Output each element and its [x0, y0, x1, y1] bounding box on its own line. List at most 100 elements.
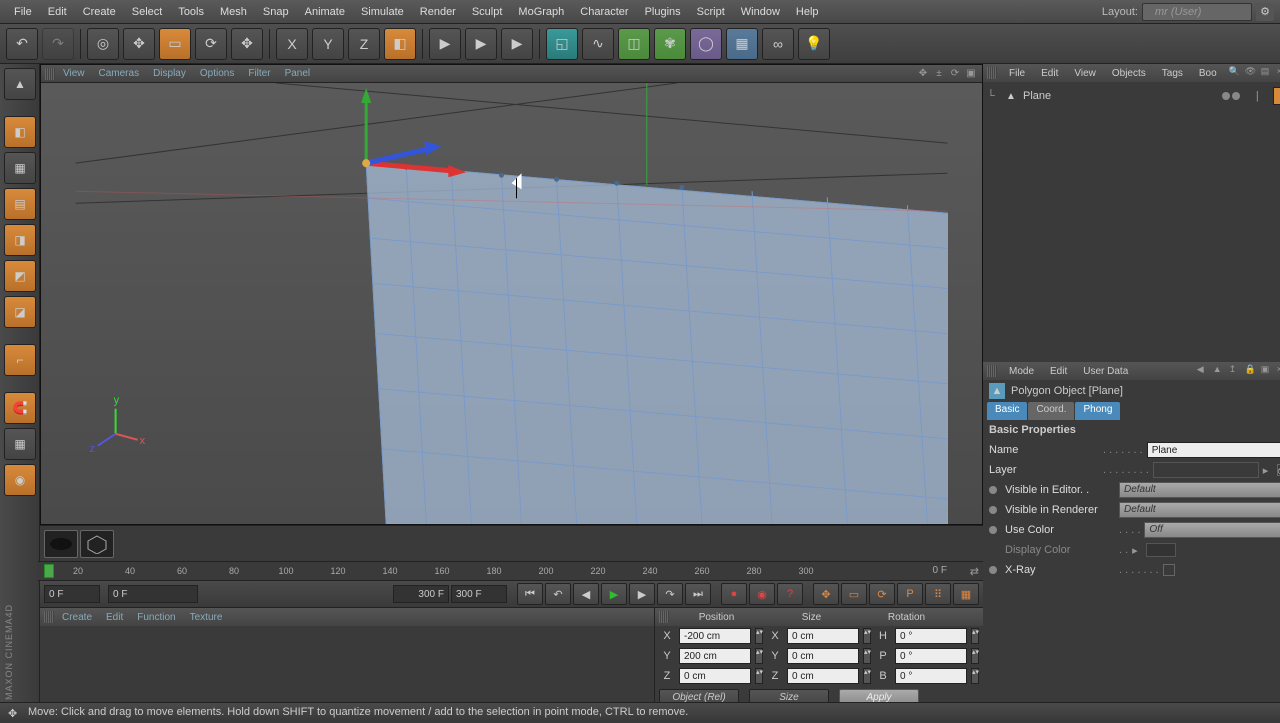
locked-button[interactable]: ◉ — [4, 464, 36, 496]
om-menu-file[interactable]: File — [1005, 68, 1029, 79]
display-color-swatch[interactable] — [1146, 543, 1176, 557]
menu-create[interactable]: Create — [75, 2, 124, 22]
y-axis-lock[interactable]: Y — [312, 28, 344, 60]
materials-grip-icon[interactable] — [44, 611, 54, 623]
keyable-marker-icon[interactable] — [989, 506, 997, 514]
last-tool[interactable]: ✥ — [231, 28, 263, 60]
spline-button[interactable]: ∿ — [582, 28, 614, 60]
rot-b-input[interactable] — [895, 668, 967, 684]
menu-window[interactable]: Window — [733, 2, 788, 22]
autokey-button[interactable]: ◉ — [749, 583, 775, 605]
workplane-button[interactable]: ▤ — [4, 188, 36, 220]
rot-key-button[interactable]: ⟳ — [869, 583, 895, 605]
pos-y-input[interactable] — [679, 648, 751, 664]
render-view-button[interactable]: ▶ — [429, 28, 461, 60]
menu-script[interactable]: Script — [689, 2, 733, 22]
render-pv-button[interactable]: ▶ — [465, 28, 497, 60]
layout-selector[interactable]: mr (User) — [1142, 3, 1252, 21]
menu-snap[interactable]: Snap — [255, 2, 297, 22]
record-button[interactable]: ● — [721, 583, 747, 605]
scale-key-button[interactable]: ▭ — [841, 583, 867, 605]
viewport-pan-icon[interactable]: ✥ — [916, 67, 930, 81]
menu-sculpt[interactable]: Sculpt — [464, 2, 511, 22]
pos-x-input[interactable] — [679, 628, 751, 644]
om-filter-icon[interactable]: ▤ — [1261, 66, 1275, 80]
attr-menu-mode[interactable]: Mode — [1005, 366, 1038, 377]
attr-grip-icon[interactable] — [987, 365, 997, 377]
attr-tab-coord[interactable]: Coord. — [1028, 402, 1074, 420]
menu-render[interactable]: Render — [412, 2, 464, 22]
om-menu-edit[interactable]: Edit — [1037, 68, 1062, 79]
pla-key-button[interactable]: ⠿ — [925, 583, 951, 605]
pos-key-button[interactable]: ✥ — [813, 583, 839, 605]
camera-button[interactable]: ▦ — [726, 28, 758, 60]
materials-menu-texture[interactable]: Texture — [184, 610, 229, 625]
viewport[interactable]: View Cameras Display Options Filter Pane… — [40, 64, 983, 525]
om-menu-objects[interactable]: Objects — [1108, 68, 1150, 79]
vis-render-dropdown[interactable]: Default — [1119, 502, 1280, 518]
play-button[interactable]: ▶ — [601, 583, 627, 605]
display-color-arrow-icon[interactable]: ▸ — [1132, 544, 1142, 557]
attr-layer-arrow-icon[interactable]: ▸ — [1263, 464, 1273, 477]
viewport-menu-cameras[interactable]: Cameras — [93, 66, 146, 81]
materials-menu-function[interactable]: Function — [131, 610, 181, 625]
menu-simulate[interactable]: Simulate — [353, 2, 412, 22]
vis-editor-dropdown[interactable]: Default — [1119, 482, 1280, 498]
om-grip-icon[interactable] — [987, 67, 997, 79]
move-tool[interactable]: ✥ — [123, 28, 155, 60]
viewport-canvas[interactable]: y x z — [41, 83, 982, 524]
cube-primitive-button[interactable]: ◱ — [546, 28, 578, 60]
time-current-field[interactable] — [108, 585, 198, 603]
menu-animate[interactable]: Animate — [297, 2, 353, 22]
workplane-grid-button[interactable]: ▦ — [4, 428, 36, 460]
attr-fwd-icon[interactable]: ▲ — [1213, 364, 1227, 378]
next-key-button[interactable]: ↷ — [657, 583, 683, 605]
deformer-button[interactable]: ✾ — [654, 28, 686, 60]
time-end-a-field[interactable] — [393, 585, 449, 603]
viewport-rotate-icon[interactable]: ⟳ — [948, 67, 962, 81]
materials-menu-edit[interactable]: Edit — [100, 610, 129, 625]
coord-system-button[interactable]: ◧ — [384, 28, 416, 60]
viewport-zoom-icon[interactable]: ± — [932, 67, 946, 81]
material-thumb-2[interactable] — [80, 530, 114, 558]
options-key-button[interactable]: ▦ — [953, 583, 979, 605]
viewport-menu-view[interactable]: View — [57, 66, 91, 81]
redo-button[interactable]: ↷ — [42, 28, 74, 60]
size-y-input[interactable] — [787, 648, 859, 664]
xray-checkbox[interactable] — [1163, 564, 1175, 576]
undo-button[interactable]: ↶ — [6, 28, 38, 60]
size-x-input[interactable] — [787, 628, 859, 644]
coord-grip-icon[interactable] — [659, 611, 669, 623]
keyable-marker-icon[interactable] — [989, 526, 997, 534]
pos-z-input[interactable] — [679, 668, 751, 684]
point-mode-button[interactable]: ◩ — [4, 260, 36, 292]
menu-mograph[interactable]: MoGraph — [510, 2, 572, 22]
goto-start-button[interactable]: ⏮ — [517, 583, 543, 605]
rot-h-input[interactable] — [895, 628, 967, 644]
attr-layer-field[interactable] — [1153, 462, 1259, 478]
prev-key-button[interactable]: ↶ — [545, 583, 571, 605]
make-editable-button[interactable]: ▲ — [4, 68, 36, 100]
om-eye-icon[interactable]: 👁 — [1245, 66, 1259, 80]
attr-tab-basic[interactable]: Basic — [987, 402, 1027, 420]
environment-button[interactable]: ◯ — [690, 28, 722, 60]
z-axis-lock[interactable]: Z — [348, 28, 380, 60]
viewport-menu-filter[interactable]: Filter — [242, 66, 276, 81]
attr-back-icon[interactable]: ◀ — [1197, 364, 1211, 378]
goto-end-button[interactable]: ⏭ — [685, 583, 711, 605]
viewport-grip-icon[interactable] — [45, 68, 55, 80]
edge-mode-button[interactable]: ◨ — [4, 224, 36, 256]
time-end-b-field[interactable] — [451, 585, 507, 603]
materials-menu-create[interactable]: Create — [56, 610, 98, 625]
attr-lock-icon[interactable]: 🔒 — [1245, 364, 1259, 378]
next-frame-button[interactable]: ▶ — [629, 583, 655, 605]
polygon-mode-button[interactable]: ◪ — [4, 296, 36, 328]
om-menu-tags[interactable]: Tags — [1158, 68, 1187, 79]
bulb-button[interactable]: 💡 — [798, 28, 830, 60]
material-thumb-1[interactable] — [44, 530, 78, 558]
model-mode-button[interactable]: ◧ — [4, 116, 36, 148]
use-color-dropdown[interactable]: Off — [1144, 522, 1280, 538]
timeline[interactable]: 2040608010012014016018020022024026028030… — [38, 561, 983, 581]
viewport-toggle-icon[interactable]: ▣ — [964, 67, 978, 81]
menu-file[interactable]: File — [6, 2, 40, 22]
